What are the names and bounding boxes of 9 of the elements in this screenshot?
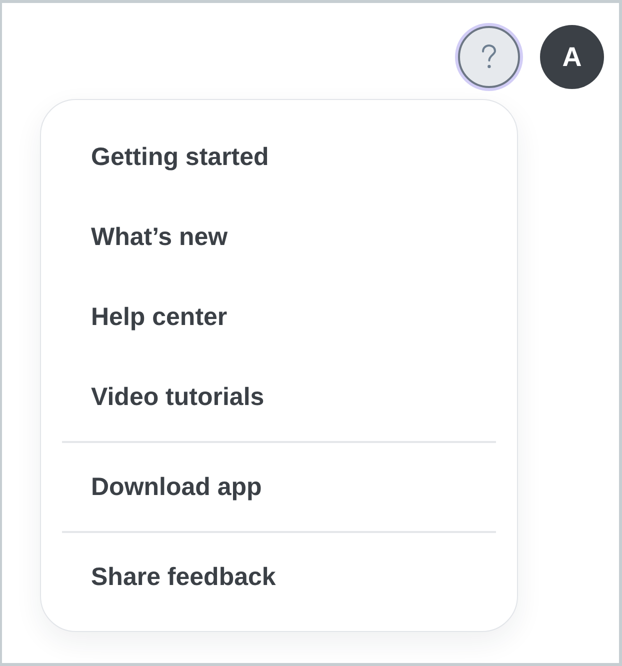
menu-item[interactable]: Help center — [41, 277, 278, 357]
menu-item[interactable]: What’s new — [41, 197, 278, 277]
help-button[interactable] — [458, 26, 520, 88]
help-icon — [481, 44, 497, 70]
menu-item[interactable]: Getting started — [41, 117, 319, 197]
menu-item[interactable]: Download app — [41, 447, 312, 527]
menu-item[interactable]: Video tutorials — [41, 357, 314, 437]
menu-item[interactable]: Share feedback — [41, 537, 326, 617]
avatar[interactable]: A — [540, 25, 604, 89]
